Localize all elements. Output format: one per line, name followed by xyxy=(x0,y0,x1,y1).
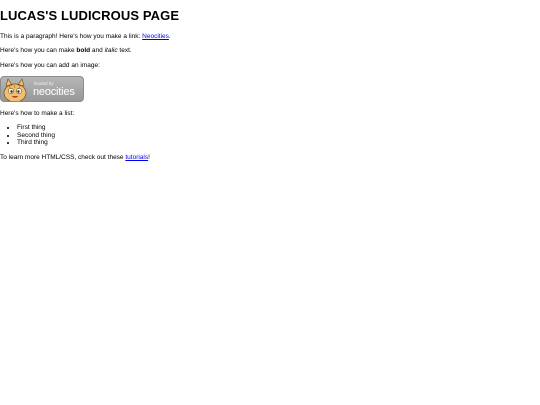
neocities-cat-icon xyxy=(3,78,27,101)
paragraph-tutorials-end: ! xyxy=(148,154,150,161)
list-item: Third thing xyxy=(17,139,55,147)
neocities-badge-image: hosted by neocities xyxy=(0,76,84,102)
tutorials-link[interactable]: tutorials xyxy=(125,154,148,161)
badge-brand-text: neocities xyxy=(33,86,75,98)
paragraph-link-end: . xyxy=(168,33,171,40)
paragraph-link: This is a paragraph! Here's how you make… xyxy=(0,33,171,40)
paragraph-tutorials: To learn more HTML/CSS, check out these … xyxy=(0,154,150,161)
bold-text: bold xyxy=(76,47,91,54)
paragraph-image-intro: Here's how you can add an image: xyxy=(0,62,100,69)
example-list: First thing Second thing Third thing xyxy=(0,124,55,147)
page: LUCAS'S LUDICROUS PAGE This is a paragra… xyxy=(0,0,540,405)
paragraph-bold-italic: Here's how you can make bold and italic … xyxy=(0,47,132,54)
list-item: First thing xyxy=(17,124,55,132)
paragraph-list-intro: Here's how to make a list: xyxy=(0,110,75,117)
page-title: LUCAS'S LUDICROUS PAGE xyxy=(0,8,180,23)
list-item: Second thing xyxy=(17,132,55,140)
paragraph-bold-text-middle: and xyxy=(90,47,105,54)
paragraph-bold-text-before: Here's how you can make xyxy=(0,47,77,54)
italic-text: italic xyxy=(104,47,118,54)
paragraph-link-text: This is a paragraph! Here's how you make… xyxy=(0,33,143,40)
paragraph-tutorials-text: To learn more HTML/CSS, check out these xyxy=(0,154,126,161)
neocities-link[interactable]: Neocities xyxy=(142,33,169,40)
paragraph-bold-text-after: text. xyxy=(117,47,132,54)
